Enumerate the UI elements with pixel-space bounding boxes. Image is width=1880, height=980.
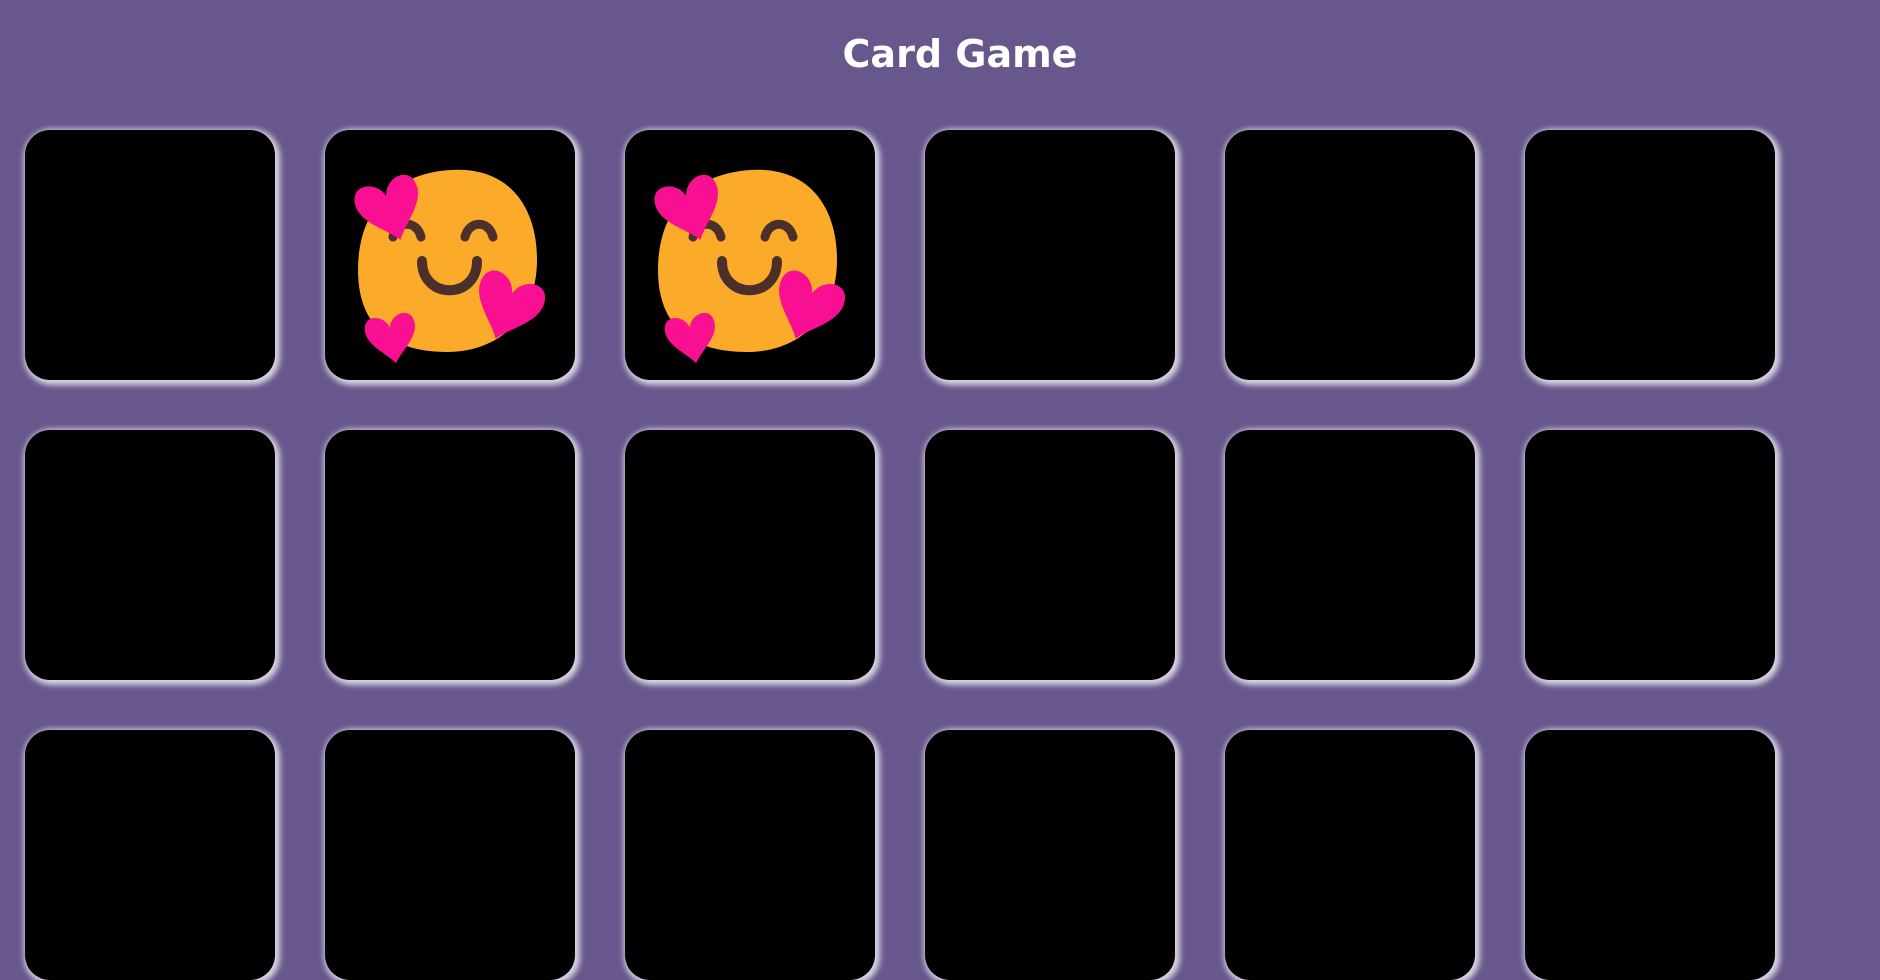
card-face-down[interactable] [25,730,275,980]
card-face-down[interactable] [925,430,1175,680]
page-title: Card Game [842,32,1078,76]
card-face-down[interactable] [1525,730,1775,980]
card-face-down[interactable] [325,430,575,680]
card-face-down[interactable] [325,730,575,980]
card-face-down[interactable] [25,430,275,680]
card-face-down[interactable] [1525,130,1775,380]
card-grid [25,130,1785,980]
card-face-down[interactable] [1225,130,1475,380]
card-face-up[interactable] [625,130,875,380]
card-face-down[interactable] [1225,430,1475,680]
card-face-up[interactable] [325,130,575,380]
card-face-down[interactable] [925,130,1175,380]
card-face-down[interactable] [1525,430,1775,680]
card-face-down[interactable] [625,430,875,680]
card-face-down[interactable] [1225,730,1475,980]
header: Card Game [0,0,1880,108]
card-face-down[interactable] [925,730,1175,980]
card-face-down[interactable] [625,730,875,980]
card-face-down[interactable] [25,130,275,380]
